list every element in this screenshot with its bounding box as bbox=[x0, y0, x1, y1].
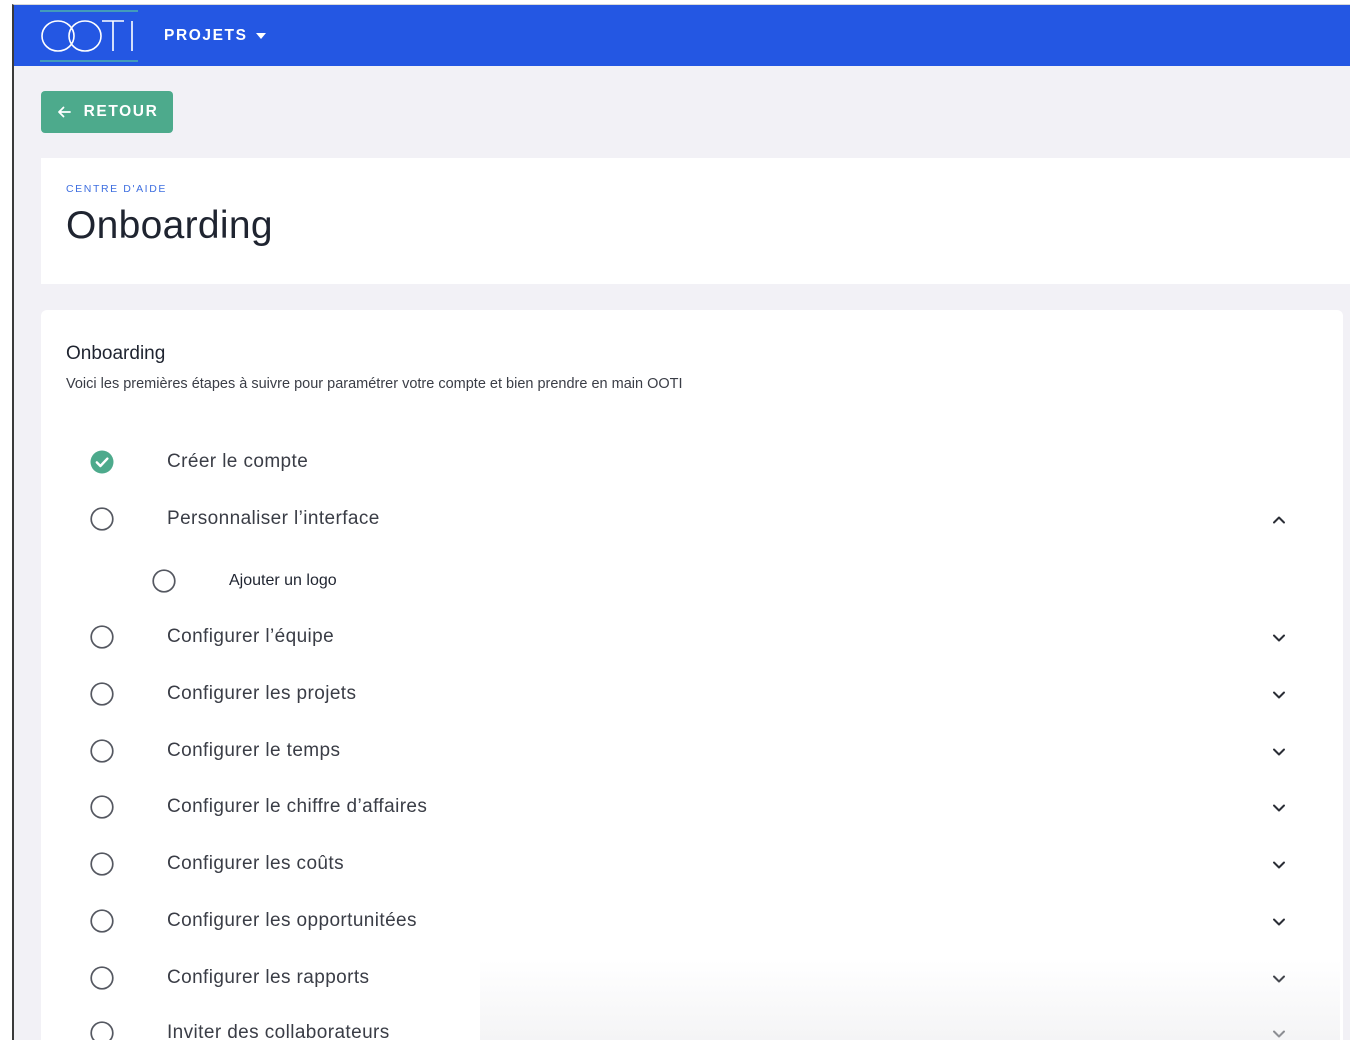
chevron-down-icon[interactable] bbox=[1270, 1025, 1288, 1040]
ooti-logo[interactable] bbox=[40, 9, 138, 62]
onboarding-card: Onboarding Voici les premières étapes à … bbox=[41, 310, 1343, 1040]
step-item-configure-team[interactable]: Configurer l’équipe bbox=[41, 617, 1343, 657]
step-item-create-account[interactable]: Créer le compte bbox=[41, 442, 1343, 482]
section-title: Onboarding bbox=[66, 343, 166, 364]
caret-down-icon bbox=[255, 33, 266, 39]
circle-outline-icon bbox=[152, 569, 176, 593]
chevron-down-icon[interactable] bbox=[1270, 686, 1288, 704]
circle-outline-icon bbox=[90, 625, 114, 649]
back-button-label: RETOUR bbox=[83, 103, 159, 120]
circle-outline-icon bbox=[90, 1021, 114, 1040]
circle-outline-icon bbox=[90, 682, 114, 706]
step-label: Personnaliser l’interface bbox=[167, 508, 380, 529]
step-item-invite-collaborators[interactable]: Inviter des collaborateurs bbox=[41, 1013, 1343, 1040]
step-label: Créer le compte bbox=[167, 451, 309, 472]
substep-label: Ajouter un logo bbox=[229, 572, 337, 589]
page-title: Onboarding bbox=[66, 204, 273, 247]
step-item-customize-interface[interactable]: Personnaliser l’interface bbox=[41, 499, 1343, 539]
step-label: Configurer l’équipe bbox=[167, 626, 335, 647]
circle-outline-icon bbox=[90, 795, 114, 819]
section-description: Voici les premières étapes à suivre pour… bbox=[66, 376, 683, 392]
step-label: Configurer le chiffre d’affaires bbox=[167, 796, 428, 817]
step-item-configure-reports[interactable]: Configurer les rapports bbox=[41, 958, 1343, 998]
chevron-down-icon[interactable] bbox=[1270, 970, 1288, 988]
substep-item-add-logo[interactable]: Ajouter un logo bbox=[41, 561, 1343, 601]
check-circle-icon bbox=[90, 450, 114, 474]
step-item-configure-projects[interactable]: Configurer les projets bbox=[41, 674, 1343, 714]
step-label: Configurer le temps bbox=[167, 740, 341, 761]
step-label: Configurer les projets bbox=[167, 683, 357, 704]
page-header: CENTRE D'AIDE Onboarding bbox=[41, 158, 1350, 284]
step-label: Configurer les coûts bbox=[167, 853, 344, 874]
step-item-configure-costs[interactable]: Configurer les coûts bbox=[41, 844, 1343, 884]
step-label: Configurer les opportunitées bbox=[167, 910, 417, 931]
chevron-down-icon[interactable] bbox=[1270, 629, 1288, 647]
circle-outline-icon bbox=[90, 852, 114, 876]
top-navbar: PROJETS bbox=[14, 5, 1350, 66]
breadcrumb[interactable]: CENTRE D'AIDE bbox=[66, 183, 167, 195]
circle-outline-icon bbox=[90, 507, 114, 531]
circle-outline-icon bbox=[90, 739, 114, 763]
step-item-configure-time[interactable]: Configurer le temps bbox=[41, 731, 1343, 771]
arrow-left-icon bbox=[56, 104, 72, 120]
projects-menu[interactable]: PROJETS bbox=[164, 24, 266, 48]
step-label: Configurer les rapports bbox=[167, 967, 370, 988]
step-item-configure-opportunities[interactable]: Configurer les opportunitées bbox=[41, 901, 1343, 941]
chevron-down-icon[interactable] bbox=[1270, 856, 1288, 874]
step-label: Inviter des collaborateurs bbox=[167, 1022, 390, 1040]
back-button[interactable]: RETOUR bbox=[41, 91, 173, 133]
chevron-down-icon[interactable] bbox=[1270, 743, 1288, 761]
circle-outline-icon bbox=[90, 909, 114, 933]
chevron-up-icon[interactable] bbox=[1270, 511, 1288, 529]
app-window: PROJETS RETOUR CENTRE D'AIDE Onboarding … bbox=[12, 4, 1350, 1040]
step-item-configure-revenue[interactable]: Configurer le chiffre d’affaires bbox=[41, 787, 1343, 827]
projects-menu-label: PROJETS bbox=[164, 27, 248, 44]
chevron-down-icon[interactable] bbox=[1270, 799, 1288, 817]
circle-outline-icon bbox=[90, 966, 114, 990]
chevron-down-icon[interactable] bbox=[1270, 913, 1288, 931]
